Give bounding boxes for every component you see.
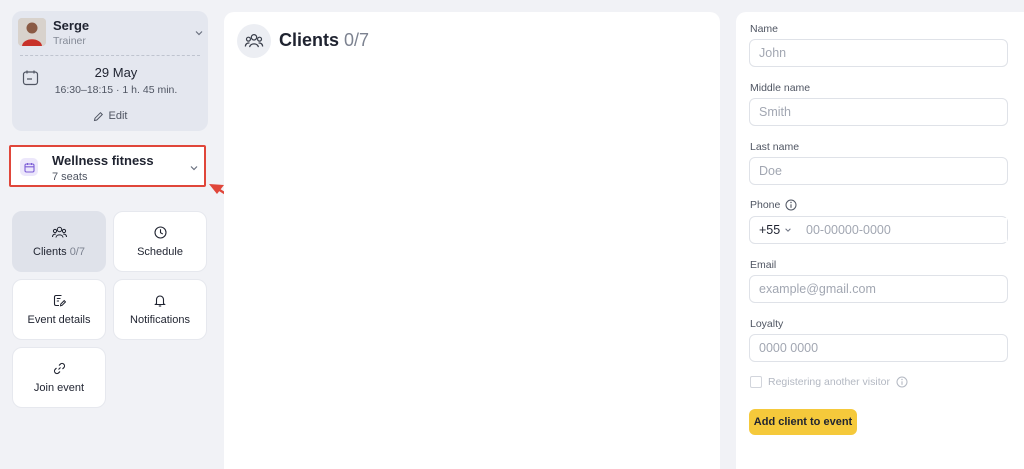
tab-schedule-label: Schedule <box>137 245 183 258</box>
info-icon[interactable] <box>896 376 908 388</box>
add-client-form: Name Middle name Last name Phone +55 Ema… <box>736 12 1024 469</box>
tab-clients-label: Clients <box>33 245 67 258</box>
tab-event-details-label: Event details <box>27 313 91 326</box>
loyalty-label: Loyalty <box>750 318 784 330</box>
another-visitor-label: Registering another visitor <box>768 376 890 388</box>
middle-name-label: Middle name <box>750 82 811 94</box>
divider <box>20 55 200 56</box>
phone-field: +55 <box>749 216 1008 244</box>
another-visitor-checkbox[interactable] <box>750 376 762 388</box>
activity-icon <box>20 158 38 176</box>
email-input[interactable] <box>749 275 1008 303</box>
pencil-icon <box>93 111 103 121</box>
activity-selector[interactable]: Wellness fitness 7 seats <box>9 145 206 187</box>
phone-label: Phone <box>750 199 781 211</box>
chevron-down-icon <box>190 166 198 171</box>
middle-name-input[interactable] <box>749 98 1008 126</box>
activity-title: Wellness fitness <box>52 153 154 168</box>
link-icon <box>53 362 65 374</box>
phone-code-select[interactable]: +55 <box>750 223 802 237</box>
tab-clients[interactable]: Clients 0/7 <box>12 211 106 272</box>
tab-schedule[interactable]: Schedule <box>113 211 207 272</box>
last-name-label: Last name <box>750 141 800 153</box>
tab-notifications[interactable]: Notifications <box>113 279 207 340</box>
add-client-button[interactable]: Add client to event <box>749 409 857 435</box>
info-icon[interactable] <box>785 199 797 211</box>
another-visitor-row: Registering another visitor <box>750 376 908 388</box>
event-date: 29 May <box>94 65 138 80</box>
trainer-role: Trainer <box>53 35 86 47</box>
name-label: Name <box>750 23 779 35</box>
phone-code-value: +55 <box>759 223 781 237</box>
tab-notifications-label: Notifications <box>130 313 190 326</box>
edit-button[interactable]: Edit <box>12 110 208 122</box>
tab-event-details[interactable]: Event details <box>12 279 106 340</box>
calendar-icon <box>22 70 39 86</box>
edit-document-icon <box>53 294 66 307</box>
last-name-input[interactable] <box>749 157 1008 185</box>
trainer-selector[interactable]: Serge Trainer <box>18 18 204 52</box>
trainer-avatar <box>18 18 46 46</box>
loyalty-input[interactable] <box>749 334 1008 362</box>
chevron-down-icon <box>785 228 791 232</box>
phone-input[interactable] <box>802 218 1007 242</box>
tab-clients-count: 0/7 <box>69 245 85 258</box>
clients-icon <box>51 226 67 238</box>
phone-label-row: Phone <box>750 199 797 211</box>
clients-panel: Clients 0/7 <box>224 12 720 469</box>
clients-title-count: 0/7 <box>344 30 370 50</box>
clients-icon <box>237 24 271 58</box>
name-input[interactable] <box>749 39 1008 67</box>
trainer-card: Serge Trainer 29 May 16:30–18:15 · 1 h. … <box>12 11 208 131</box>
edit-label: Edit <box>108 110 128 122</box>
bell-icon <box>154 294 166 307</box>
page-title: Clients 0/7 <box>279 30 369 51</box>
activity-seats: 7 seats <box>52 171 88 183</box>
event-time: 16:30–18:15 · 1 h. 45 min. <box>54 84 178 96</box>
chevron-down-icon <box>195 31 203 36</box>
tab-join-event-label: Join event <box>33 381 85 394</box>
clients-title-label: Clients <box>279 30 340 50</box>
trainer-name: Serge <box>53 18 90 33</box>
email-label: Email <box>750 259 777 271</box>
tab-join-event[interactable]: Join event <box>12 347 106 408</box>
clock-icon <box>153 225 167 239</box>
